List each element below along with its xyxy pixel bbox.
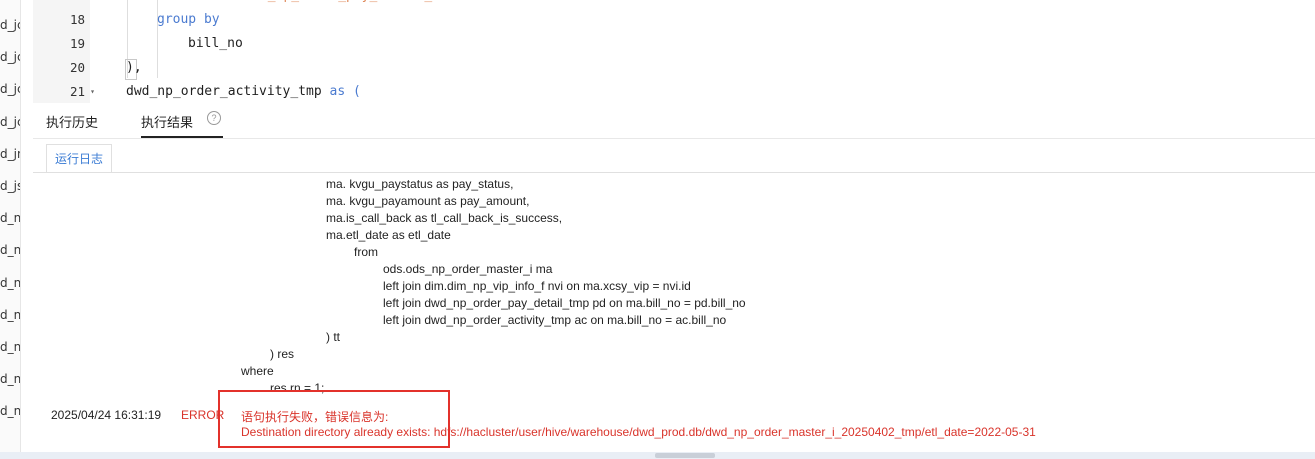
error-highlight-box <box>218 390 450 448</box>
code-line-20: ), <box>126 60 142 75</box>
log-line: ods.ods_np_order_master_i ma <box>383 262 553 276</box>
file-tree-item[interactable]: d_jc <box>0 115 20 129</box>
code-line-21: dwd_np_order_activity_tmp as ( <box>126 84 361 99</box>
active-tab-indicator <box>141 136 223 138</box>
file-tree-item[interactable]: d_jc <box>0 50 20 64</box>
code-editor[interactable]: 18 19 20 21▾ dwd.dwd_np_order_pay_detail… <box>33 0 1315 103</box>
log-line: ma.etl_date as etl_date <box>326 228 451 242</box>
file-tree-item[interactable]: d_js <box>0 179 20 193</box>
line-number: 19 <box>69 36 85 51</box>
file-tree-item[interactable]: d_n <box>0 340 20 354</box>
file-tree-item[interactable]: d_n <box>0 211 20 225</box>
file-tree-item[interactable]: d_jn <box>0 147 20 161</box>
log-line: ma. kvgu_payamount as pay_amount, <box>326 194 530 208</box>
file-tree-item[interactable]: d_jc <box>0 82 20 96</box>
chevron-down-icon[interactable]: ▾ <box>90 80 95 103</box>
file-tree-item[interactable]: d_n <box>0 372 20 386</box>
file-tree-item[interactable]: d_n <box>0 308 20 322</box>
log-line: ) res <box>270 347 294 361</box>
tab-run-log[interactable]: 运行日志 <box>46 144 112 173</box>
code-line-17: dwd.dwd_np_order_pay_detail_i <box>213 0 440 8</box>
log-line: from <box>354 245 378 259</box>
log-line: left join dwd_np_order_activity_tmp ac o… <box>383 313 727 327</box>
error-timestamp: 2025/04/24 16:31:19 <box>51 408 162 422</box>
code-line-18: group by <box>157 12 220 27</box>
result-tabs: 执行历史 执行结果 ? <box>33 103 1315 139</box>
tab-results[interactable]: 执行结果 <box>141 112 193 131</box>
code-line-19: bill_no <box>188 36 243 51</box>
line-number: 21 ▾ <box>33 80 95 103</box>
file-tree-item[interactable]: d_n <box>0 404 20 418</box>
line-number: 20 <box>69 60 85 75</box>
file-tree-strip: d_jcd_jcd_jcd_jcd_jnd_jsd_nd_nd_nd_nd_nd… <box>0 0 21 452</box>
scrollbar-thumb[interactable] <box>655 453 715 458</box>
help-icon[interactable]: ? <box>207 111 221 125</box>
log-line: ) tt <box>326 330 340 344</box>
file-tree-item[interactable]: d_n <box>0 276 20 290</box>
tab-history[interactable]: 执行历史 <box>46 112 98 131</box>
file-tree-item[interactable]: d_jc <box>0 18 20 32</box>
line-number-gutter: 18 19 20 21 ▾ <box>33 0 95 103</box>
log-line: where <box>241 364 274 378</box>
log-line: ma.is_call_back as tl_call_back_is_succe… <box>326 211 563 225</box>
log-line: left join dim.dim_np_vip_info_f nvi on m… <box>383 279 691 293</box>
file-tree-item[interactable]: d_n <box>0 243 20 257</box>
log-line: left join dwd_np_order_pay_detail_tmp pd… <box>383 296 746 310</box>
line-number: 18 <box>69 12 85 27</box>
log-line: ma. kvgu_paystatus as pay_status, <box>326 177 514 191</box>
